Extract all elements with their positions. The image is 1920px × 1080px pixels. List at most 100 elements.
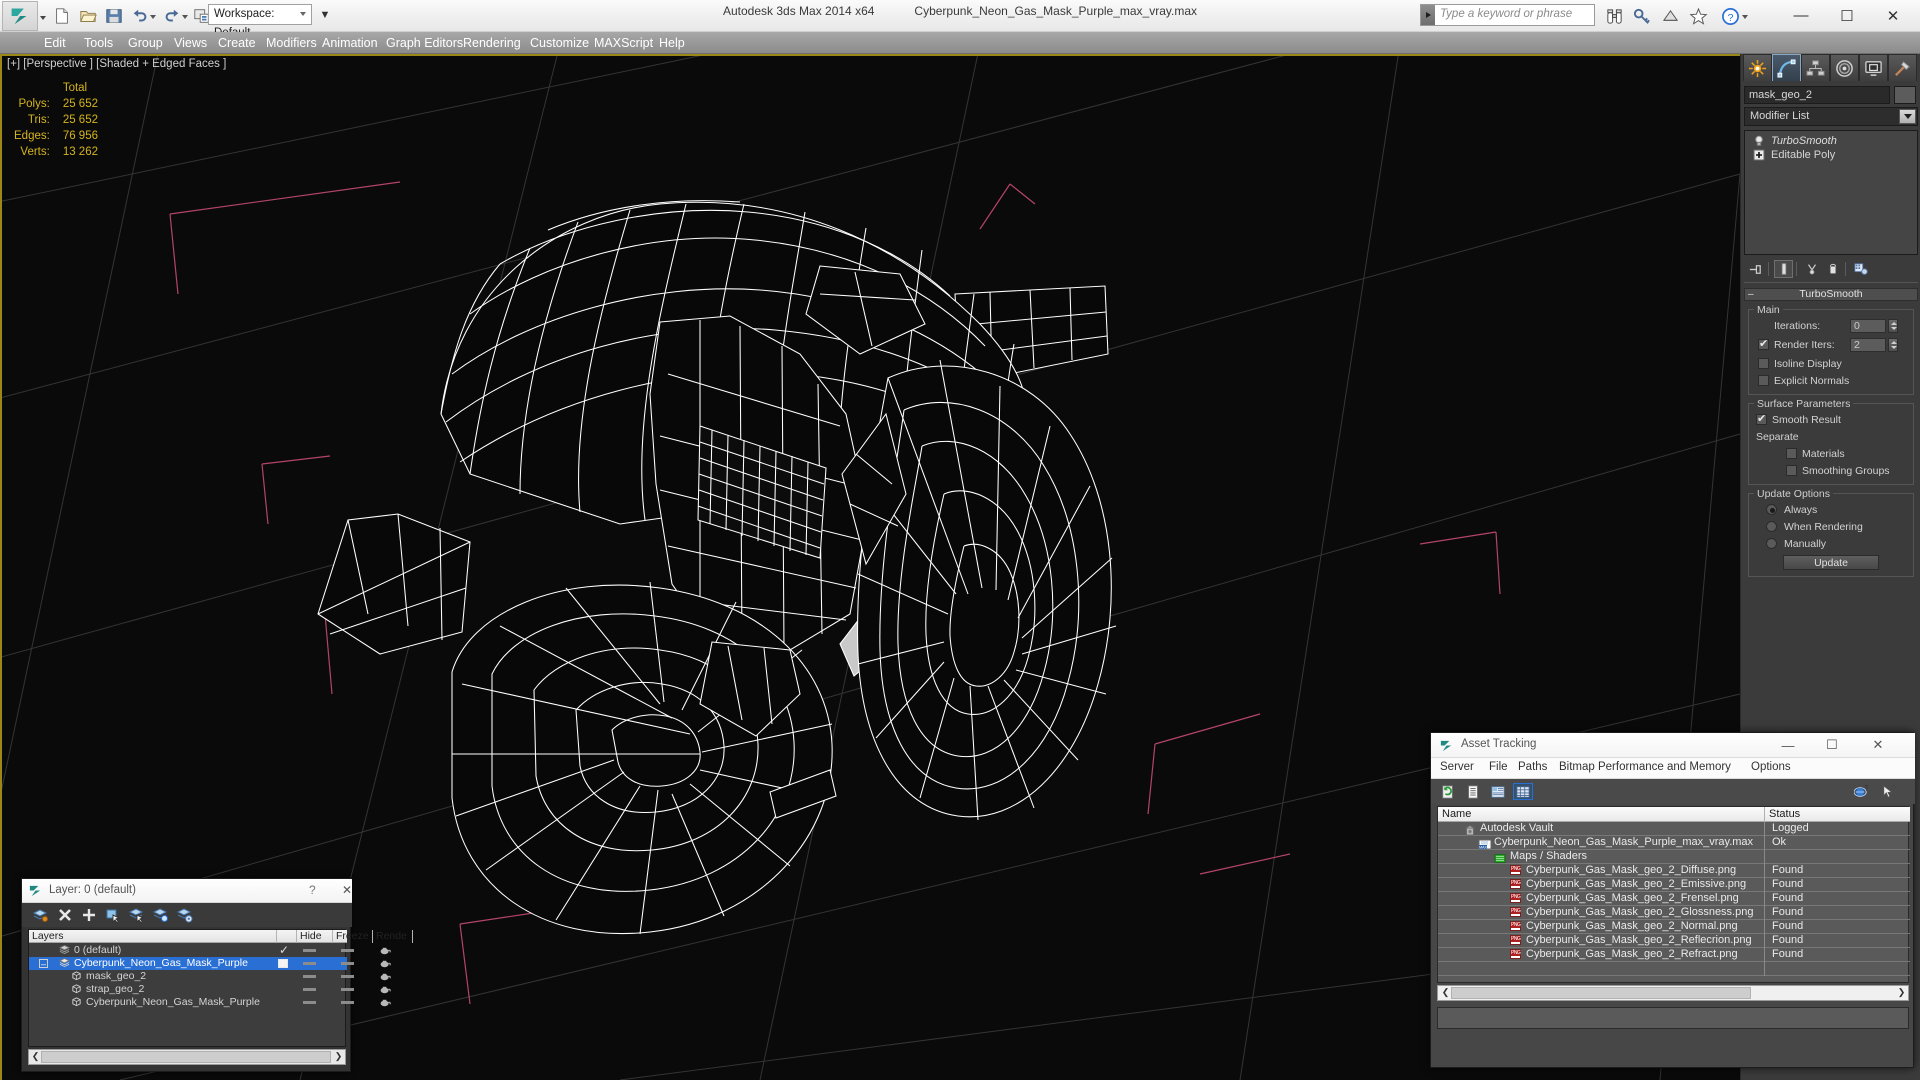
at-menu-bitmap-performance[interactable]: Bitmap Performance and Memory	[1559, 761, 1731, 773]
modifier-list-dropdown[interactable]: Modifier List	[1744, 107, 1918, 126]
isoline-display-checkbox[interactable]	[1758, 358, 1769, 369]
star-icon[interactable]	[1685, 5, 1711, 27]
smooth-result-checkbox[interactable]	[1756, 412, 1767, 425]
modifier-list-caret-icon[interactable]	[1899, 109, 1916, 124]
layer-col-blank[interactable]	[277, 930, 297, 943]
display-tab-icon[interactable]	[1859, 54, 1888, 81]
layer-freeze-toggle[interactable]	[341, 949, 354, 952]
asset-row[interactable]: MAX Cyberpunk_Neon_Gas_Mask_Purple_max_v…	[1438, 836, 1910, 850]
update-button[interactable]: Update	[1783, 555, 1879, 570]
layer-col-layers[interactable]: Layers	[29, 930, 277, 943]
menu-views[interactable]: Views	[166, 32, 215, 54]
modifier-stack[interactable]: TurboSmooth Editable Poly	[1744, 130, 1918, 255]
at-menu-options[interactable]: Options	[1751, 761, 1791, 773]
rollout-header-turbosmooth[interactable]: – TurboSmooth	[1744, 288, 1918, 301]
modifier-stack-item-turbosmooth[interactable]: TurboSmooth	[1745, 134, 1917, 148]
object-color-swatch[interactable]	[1894, 86, 1916, 104]
layer-render-teapot-icon[interactable]	[379, 998, 392, 1011]
menu-tools[interactable]: Tools	[76, 32, 121, 54]
layer-dialog-close-button[interactable]: ✕	[342, 883, 352, 897]
layer-properties-icon[interactable]	[175, 906, 195, 924]
binoculars-icon[interactable]	[1601, 5, 1627, 27]
delete-layer-icon[interactable]	[55, 906, 75, 924]
asset-tracking-close-button[interactable]: ✕	[1859, 733, 1897, 757]
modify-tab-icon[interactable]	[1772, 54, 1801, 81]
refresh-icon[interactable]	[1438, 783, 1458, 800]
select-objects-in-layer-icon[interactable]	[103, 906, 123, 924]
layer-row[interactable]: – Cyberpunk_Neon_Gas_Mask_Purple	[29, 957, 391, 970]
update-when-rendering-radio[interactable]	[1766, 521, 1777, 532]
layer-col-freeze[interactable]: Freeze	[333, 930, 373, 943]
asset-list[interactable]: Name Status Autodesk Vault Logged MAX Cy…	[1437, 806, 1910, 983]
asset-horizontal-scrollbar[interactable]: ❮ ❯	[1437, 985, 1909, 1001]
layer-expander-icon[interactable]: –	[39, 959, 49, 969]
explicit-normals-checkbox[interactable]	[1758, 375, 1769, 386]
asset-row[interactable]: PNG Cyberpunk_Gas_Mask_geo_2_Diffuse.png…	[1438, 864, 1910, 878]
rollout-collapse-icon[interactable]: –	[1748, 289, 1754, 300]
layer-row[interactable]: mask_geo_2	[29, 970, 391, 983]
scroll-thumb[interactable]	[41, 1051, 331, 1063]
layer-list[interactable]: Layers Hide Freeze Rende 0 (default) ✓ –…	[28, 929, 413, 1047]
scroll-right-icon[interactable]: ❯	[333, 1051, 344, 1063]
layer-freeze-toggle[interactable]	[341, 975, 354, 978]
highlight-selected-objects-icon[interactable]	[151, 906, 171, 924]
layer-active-check-icon[interactable]: ✓	[279, 944, 289, 957]
modifier-stack-item-editable-poly[interactable]: Editable Poly	[1745, 148, 1917, 162]
pin-stack-icon[interactable]	[1746, 260, 1765, 278]
layer-render-teapot-icon[interactable]	[379, 985, 392, 998]
layer-row[interactable]: Cyberpunk_Neon_Gas_Mask_Purple	[29, 996, 391, 1009]
layer-dialog-help-button[interactable]: ?	[309, 883, 316, 897]
object-name-field[interactable]: mask_geo_2	[1744, 86, 1890, 104]
scroll-left-icon[interactable]: ❮	[30, 1051, 41, 1063]
asset-row[interactable]: PNG Cyberpunk_Gas_Mask_geo_2_Refract.png…	[1438, 948, 1910, 962]
satellite-icon[interactable]	[1657, 5, 1683, 27]
asset-row[interactable]: PNG Cyberpunk_Gas_Mask_geo_2_Normal.png …	[1438, 920, 1910, 934]
update-manually-radio[interactable]	[1766, 538, 1777, 549]
layer-render-teapot-icon[interactable]	[379, 972, 392, 985]
layer-horizontal-scrollbar[interactable]: ❮ ❯	[28, 1049, 346, 1065]
help-arrow-icon[interactable]: ?	[1879, 783, 1899, 800]
materials-checkbox[interactable]	[1786, 448, 1797, 459]
menu-maxscript[interactable]: MAXScript	[586, 32, 661, 54]
asset-row[interactable]: Autodesk Vault Logged	[1438, 822, 1910, 836]
smoothing-groups-checkbox[interactable]	[1786, 465, 1797, 476]
configure-sets-icon[interactable]	[1851, 260, 1870, 278]
update-always-radio[interactable]	[1766, 504, 1777, 515]
at-menu-file[interactable]: File	[1489, 761, 1508, 773]
asset-row[interactable]: Maps / Shaders	[1438, 850, 1910, 864]
help-dropdown-icon[interactable]	[1742, 15, 1748, 19]
asset-row[interactable]: PNG Cyberpunk_Gas_Mask_geo_2_Glossness.p…	[1438, 906, 1910, 920]
render-iters-checkbox[interactable]	[1758, 337, 1769, 350]
utilities-tab-icon[interactable]	[1888, 54, 1917, 81]
asset-col-name[interactable]: Name	[1438, 807, 1764, 822]
layer-hide-toggle[interactable]	[303, 988, 316, 991]
menu-create[interactable]: Create	[210, 32, 264, 54]
layer-freeze-toggle[interactable]	[341, 988, 354, 991]
layer-render-teapot-icon[interactable]	[379, 959, 392, 972]
render-iters-field[interactable]: 2	[1850, 338, 1886, 352]
asset-row[interactable]: PNG Cyberpunk_Gas_Mask_geo_2_Reflecrion.…	[1438, 934, 1910, 948]
layer-hide-toggle[interactable]	[303, 1001, 316, 1004]
close-button[interactable]: ✕	[1870, 0, 1916, 31]
key-icon[interactable]	[1629, 5, 1655, 27]
layer-hide-toggle[interactable]	[303, 975, 316, 978]
at-menu-server[interactable]: Server	[1440, 761, 1474, 773]
help-icon[interactable]: ?	[1717, 5, 1743, 27]
asset-tracking-minimize-button[interactable]: —	[1769, 733, 1807, 757]
layer-col-hide[interactable]: Hide	[297, 930, 333, 943]
iterations-field[interactable]: 0	[1850, 319, 1886, 333]
menu-group[interactable]: Group	[120, 32, 171, 54]
asset-tracking-dialog[interactable]: Asset Tracking — ☐ ✕ Server File Paths B…	[1430, 732, 1915, 1068]
layer-row[interactable]: strap_geo_2	[29, 983, 391, 996]
layer-render-teapot-icon[interactable]	[379, 946, 392, 959]
asset-row-empty[interactable]	[1438, 962, 1910, 976]
show-end-result-icon[interactable]	[1774, 260, 1793, 278]
minimize-button[interactable]: —	[1778, 0, 1824, 31]
create-new-layer-icon[interactable]	[30, 906, 50, 924]
menu-edit[interactable]: Edit	[36, 32, 74, 54]
add-layer-icon[interactable]	[79, 906, 99, 924]
layer-hide-toggle[interactable]	[303, 949, 316, 952]
search-input[interactable]: Type a keyword or phrase	[1440, 8, 1572, 20]
motion-tab-icon[interactable]	[1830, 54, 1859, 81]
layer-dialog[interactable]: Layer: 0 (default) ? ✕ Layers Hide Freez…	[21, 878, 413, 1072]
